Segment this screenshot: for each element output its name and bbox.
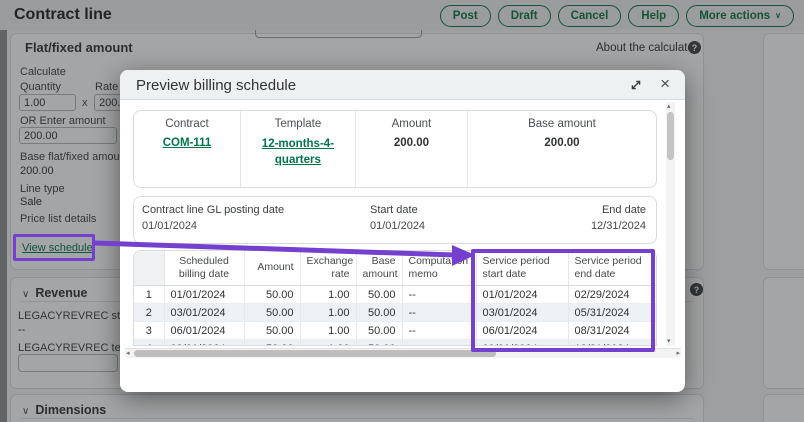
base-amount-cell: 50.00 (356, 322, 402, 340)
end-date-value: 12/31/2024 (591, 220, 646, 232)
scroll-left-icon[interactable]: ◂ (126, 349, 130, 358)
exchange-rate-cell: 1.00 (300, 322, 356, 340)
modal-header: Preview billing schedule × (120, 70, 685, 100)
scroll-right-icon[interactable]: ▸ (676, 349, 680, 358)
app-window: Contract line Post Draft Cancel Help Mor… (0, 0, 804, 422)
vertical-scrollbar[interactable]: ▴ ▾ (666, 102, 675, 346)
modal-title: Preview billing schedule (136, 77, 296, 94)
contract-link[interactable]: COM-111 (134, 137, 240, 149)
summary-card: Contract COM-111 Template 12-months-4-qu… (133, 110, 657, 188)
close-icon[interactable]: × (660, 74, 670, 94)
row-number-cell: 4 (134, 340, 164, 347)
amount-cell: 50.00 (244, 286, 300, 304)
end-date-label: End date (602, 204, 646, 216)
gl-posting-date-value: 01/01/2024 (142, 220, 197, 232)
template-link[interactable]: 12-months-4-quarters (248, 137, 348, 168)
base-amount-cell: 50.00 (356, 286, 402, 304)
base-amount-label: Base amount (468, 118, 656, 130)
computation-memo-cell: -- (402, 304, 476, 322)
summary-amount: Amount 200.00 (356, 111, 468, 187)
start-date-value: 01/01/2024 (370, 220, 425, 232)
computation-memo-cell: -- (402, 322, 476, 340)
computation-memo-cell: -- (402, 340, 476, 347)
gl-posting-date-label: Contract line GL posting date (142, 204, 284, 216)
scheduled-billing-date-cell: 09/01/2024 (164, 340, 244, 347)
exchange-rate-cell: 1.00 (300, 304, 356, 322)
row-number-cell: 2 (134, 304, 164, 322)
scroll-down-icon[interactable]: ▾ (667, 337, 671, 346)
scroll-up-icon[interactable]: ▴ (667, 102, 671, 111)
row-number-cell: 3 (134, 322, 164, 340)
start-date-label: Start date (370, 204, 418, 216)
summary-contract: Contract COM-111 (134, 111, 241, 187)
vertical-scrollbar-thumb[interactable] (667, 112, 674, 160)
contract-label: Contract (134, 118, 240, 130)
horizontal-scrollbar-thumb[interactable] (134, 350, 496, 357)
base-amount-cell: 50.00 (356, 304, 402, 322)
exchange-rate-cell: 1.00 (300, 340, 356, 347)
annotation-box-service-period (471, 249, 655, 352)
base-amount-value: 200.00 (468, 137, 656, 149)
scheduled-billing-date-cell: 06/01/2024 (164, 322, 244, 340)
annotation-box-view-schedule (13, 234, 95, 261)
base-amount-cell: 50.00 (356, 340, 402, 347)
amount-cell: 50.00 (244, 340, 300, 347)
exchange-rate-cell: 1.00 (300, 286, 356, 304)
computation-memo-cell: -- (402, 286, 476, 304)
amount-cell: 50.00 (244, 304, 300, 322)
amount-label: Amount (356, 118, 467, 130)
annotation-arrow (95, 236, 477, 270)
summary-template: Template 12-months-4-quarters (241, 111, 356, 187)
amount-cell: 50.00 (244, 322, 300, 340)
amount-value: 200.00 (356, 137, 467, 149)
row-number-cell: 1 (134, 286, 164, 304)
expand-icon[interactable] (629, 78, 643, 92)
scheduled-billing-date-cell: 01/01/2024 (164, 286, 244, 304)
scheduled-billing-date-cell: 03/01/2024 (164, 304, 244, 322)
template-label: Template (241, 118, 355, 130)
summary-base-amount: Base amount 200.00 (468, 111, 656, 187)
